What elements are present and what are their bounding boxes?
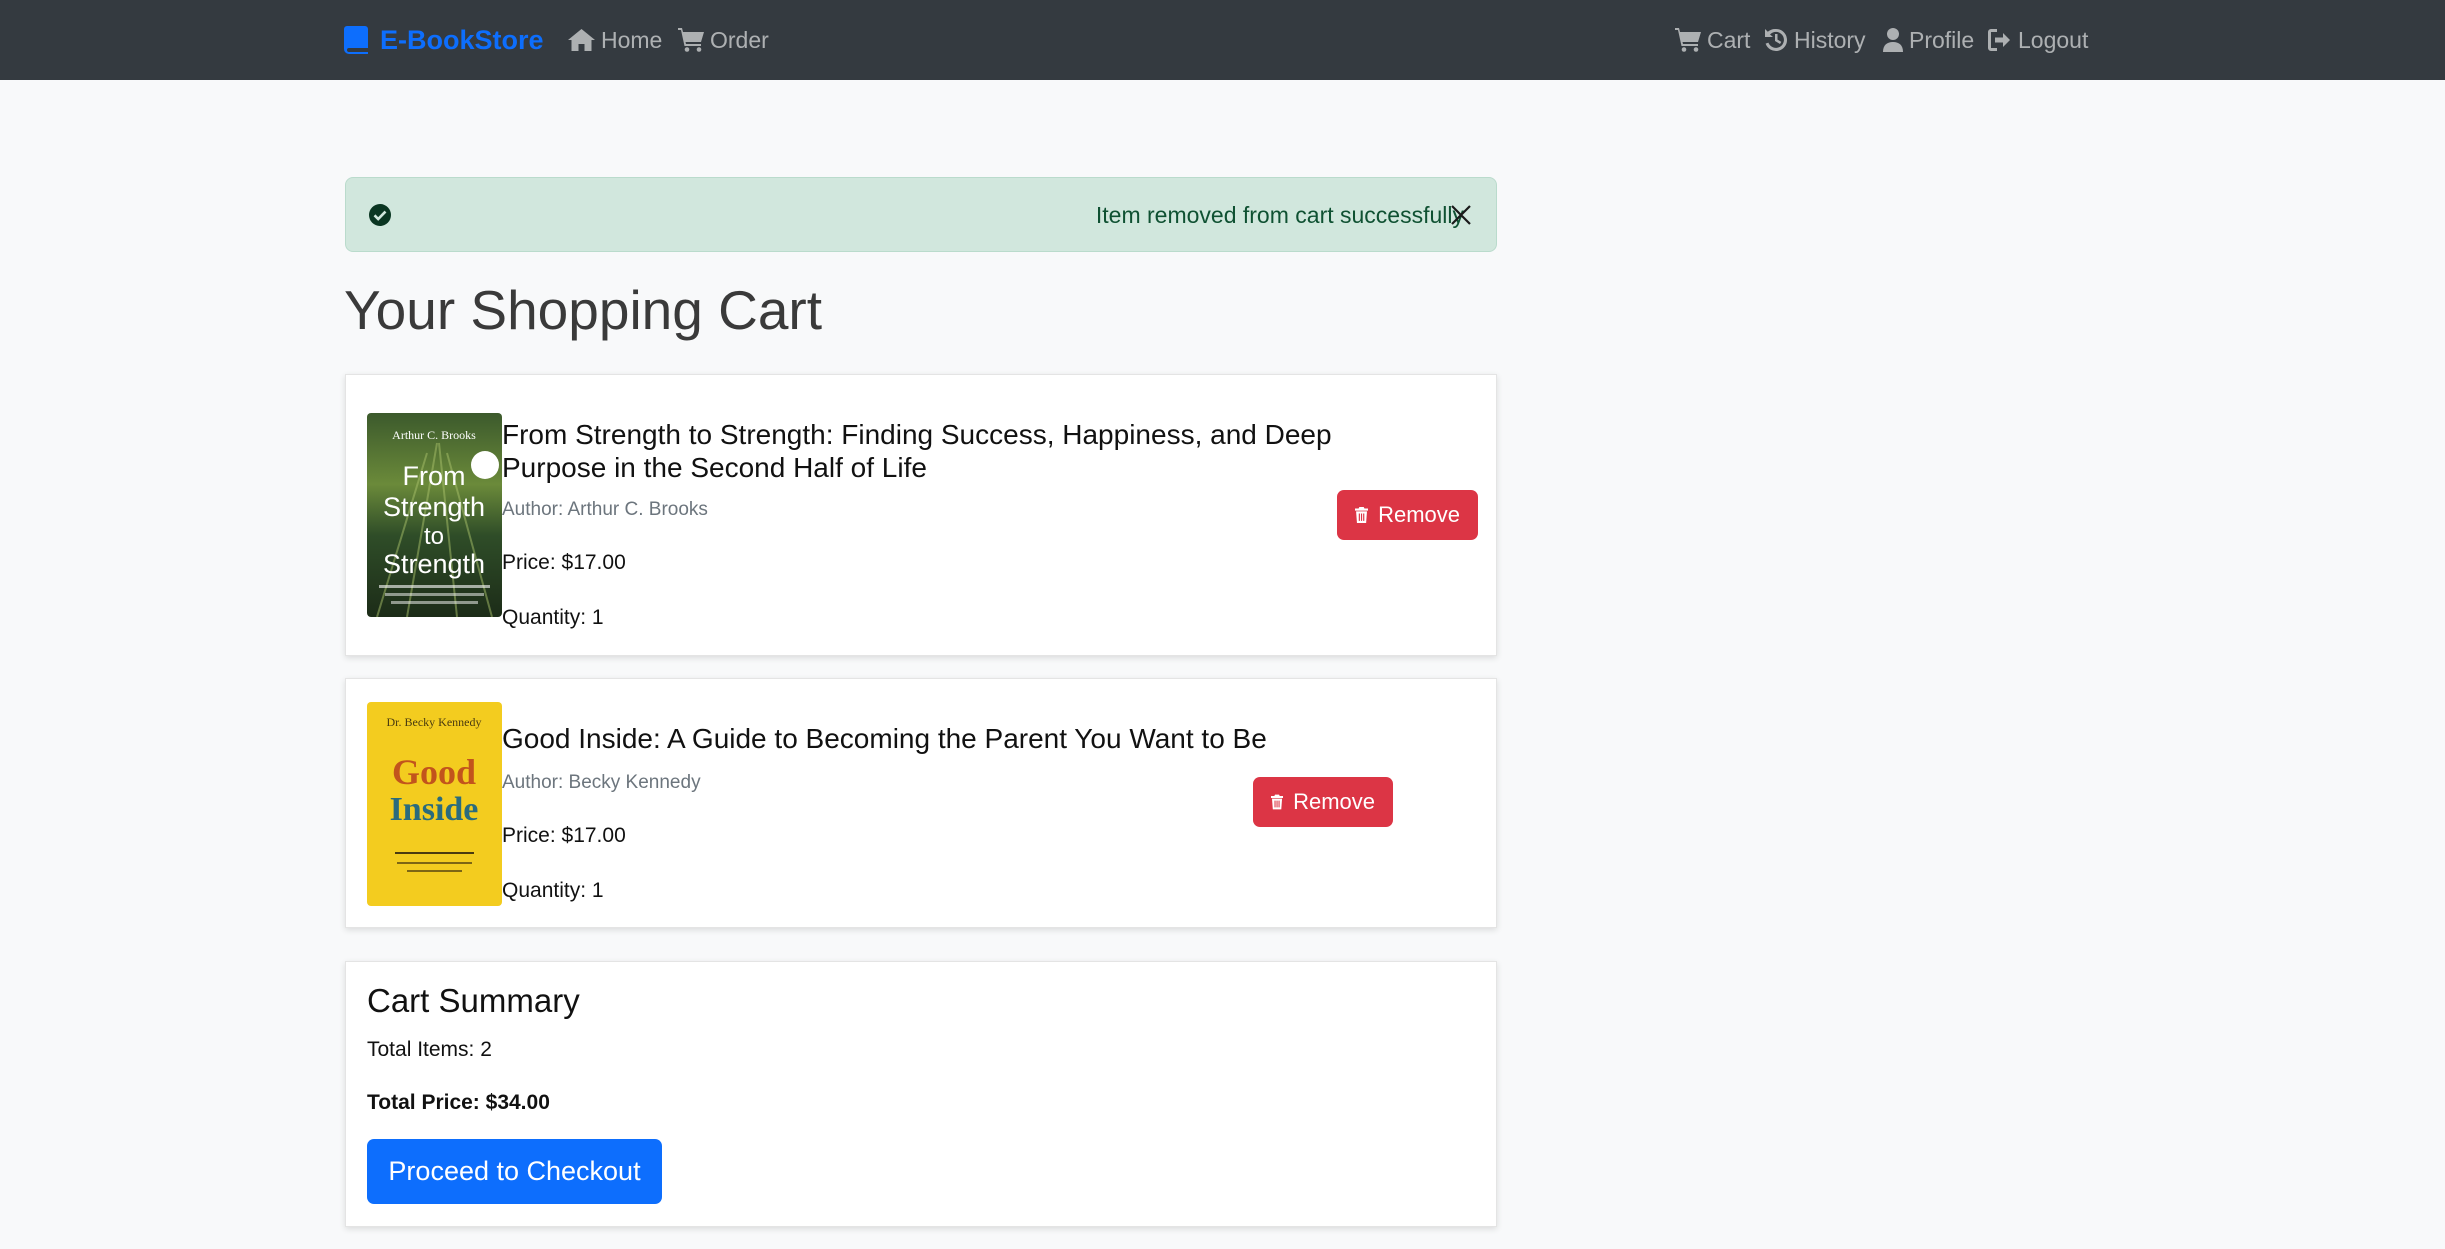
nav-cart[interactable]: Cart	[1675, 0, 1750, 80]
svg-text:Strength: Strength	[383, 549, 485, 579]
nav-history-label: History	[1794, 26, 1866, 53]
book-title: From Strength to Strength: Finding Succe…	[502, 419, 1332, 483]
nav-order[interactable]: Order	[678, 0, 769, 80]
cart-icon	[678, 28, 704, 52]
cover-author: Arthur C. Brooks	[392, 428, 476, 442]
page-title: Your Shopping Cart	[344, 279, 823, 341]
user-icon	[1883, 28, 1903, 52]
svg-text:From: From	[403, 461, 466, 491]
book-author: Author: Becky Kennedy	[502, 772, 701, 793]
cart-item: Arthur C. Brooks From Strength to Streng…	[345, 374, 1497, 656]
svg-text:Inside: Inside	[390, 791, 479, 828]
svg-text:Strength: Strength	[383, 492, 485, 522]
book-cover-art: Dr. Becky Kennedy Good Inside	[387, 715, 482, 872]
nav-home[interactable]: Home	[568, 0, 662, 80]
nav-logout[interactable]: Logout	[1988, 0, 2088, 80]
home-icon	[568, 29, 595, 51]
navbar: E-BookStore Home Order Cart History Prof…	[0, 0, 2445, 80]
book-cover-image: Dr. Becky Kennedy Good Inside	[367, 702, 502, 906]
cart-item: Dr. Becky Kennedy Good Inside Good Insid…	[345, 678, 1497, 928]
book-quantity: Quantity: 1	[502, 606, 604, 629]
nav-logout-label: Logout	[2018, 26, 2089, 53]
cart-icon	[1675, 28, 1701, 52]
nav-profile[interactable]: Profile	[1883, 0, 1974, 80]
close-icon[interactable]	[1444, 198, 1478, 232]
book-quantity: Quantity: 1	[502, 879, 604, 902]
svg-text:Good: Good	[392, 752, 476, 792]
nav-history[interactable]: History	[1764, 0, 1866, 80]
nav-profile-label: Profile	[1909, 26, 1975, 53]
book-cover-art: Arthur C. Brooks From Strength to Streng…	[376, 428, 499, 617]
trash-icon	[1355, 507, 1369, 523]
nav-home-label: Home	[601, 26, 663, 53]
remove-button[interactable]: Remove	[1253, 777, 1393, 827]
book-cover-image: Arthur C. Brooks From Strength to Streng…	[367, 413, 502, 617]
book-icon	[344, 26, 368, 54]
book-title: Good Inside: A Guide to Becoming the Par…	[502, 723, 1267, 754]
book-price: Price: $17.00	[502, 551, 626, 574]
book-price: Price: $17.00	[502, 824, 626, 847]
summary-title: Cart Summary	[367, 982, 580, 1019]
nav-order-label: Order	[710, 26, 769, 53]
brand-link[interactable]: E-BookStore	[344, 0, 544, 80]
cover-author: Dr. Becky Kennedy	[387, 715, 482, 729]
remove-label: Remove	[1293, 789, 1375, 814]
book-author: Author: Arthur C. Brooks	[502, 499, 708, 520]
success-alert: Item removed from cart successfully	[345, 177, 1497, 252]
check-circle-icon	[369, 204, 391, 226]
total-price: Total Price: $34.00	[367, 1091, 550, 1114]
alert-message: Item removed from cart successfully	[1095, 202, 1464, 228]
trash-icon	[1271, 794, 1284, 810]
remove-label: Remove	[1378, 502, 1460, 527]
checkout-button[interactable]: Proceed to Checkout	[367, 1139, 662, 1204]
history-icon	[1765, 28, 1787, 51]
svg-text:to: to	[424, 523, 444, 550]
nav-cart-label: Cart	[1707, 26, 1751, 53]
total-items: Total Items: 2	[367, 1038, 492, 1061]
brand-label: E-BookStore	[380, 24, 544, 55]
logout-icon	[1988, 29, 2010, 51]
cart-summary: Cart Summary Total Items: 2 Total Price:…	[345, 961, 1497, 1227]
remove-button[interactable]: Remove	[1337, 490, 1478, 540]
